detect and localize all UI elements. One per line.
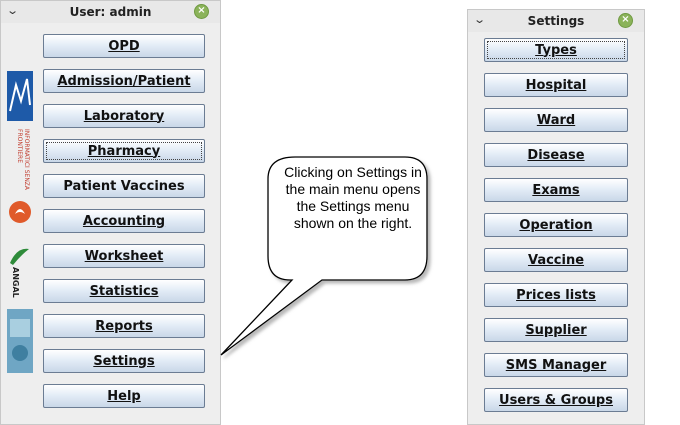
worksheet-button[interactable]: Worksheet xyxy=(43,244,205,268)
logo-isf-icon xyxy=(9,201,31,223)
sms-manager-button[interactable]: SMS Manager xyxy=(484,353,628,377)
logo-strip: INFORMATICI SENZA FRONTIERE ANGAL xyxy=(7,71,33,376)
hospital-button[interactable]: Hospital xyxy=(484,73,628,97)
patient-vaccines-button[interactable]: Patient Vaccines xyxy=(43,174,205,198)
users-groups-button[interactable]: Users & Groups xyxy=(484,388,628,412)
close-icon[interactable]: × xyxy=(618,13,633,28)
close-icon[interactable]: × xyxy=(194,4,209,19)
supplier-button[interactable]: Supplier xyxy=(484,318,628,342)
pharmacy-button[interactable]: Pharmacy xyxy=(43,139,205,163)
logo-photo-icon xyxy=(7,309,33,373)
logo-chart-icon xyxy=(7,71,33,121)
main-menu-window: ⌄ User: admin × INFORMATICI SENZA FRONTI… xyxy=(0,0,221,425)
reports-button[interactable]: Reports xyxy=(43,314,205,338)
opd-button[interactable]: OPD xyxy=(43,34,205,58)
statistics-button[interactable]: Statistics xyxy=(43,279,205,303)
logo-angal-text: ANGAL xyxy=(11,267,20,298)
admission-patient-button[interactable]: Admission/Patient xyxy=(43,69,205,93)
prices-lists-button[interactable]: Prices lists xyxy=(484,283,628,307)
settings-titlebar: ⌄ Settings × xyxy=(468,10,644,32)
logo-isf-text: INFORMATICI SENZA FRONTIERE xyxy=(16,129,30,191)
exams-button[interactable]: Exams xyxy=(484,178,628,202)
main-menu-title: User: admin xyxy=(69,5,152,19)
vaccine-button[interactable]: Vaccine xyxy=(484,248,628,272)
ward-button[interactable]: Ward xyxy=(484,108,628,132)
callout-text: Clicking on Settings in the main menu op… xyxy=(284,164,422,231)
help-button[interactable]: Help xyxy=(43,384,205,408)
settings-button[interactable]: Settings xyxy=(43,349,205,373)
laboratory-button[interactable]: Laboratory xyxy=(43,104,205,128)
settings-window: ⌄ Settings × Types Hospital Ward Disease… xyxy=(467,9,645,425)
disease-button[interactable]: Disease xyxy=(484,143,628,167)
accounting-button[interactable]: Accounting xyxy=(43,209,205,233)
main-menu-titlebar: ⌄ User: admin × xyxy=(1,1,220,23)
operation-button[interactable]: Operation xyxy=(484,213,628,237)
types-button[interactable]: Types xyxy=(484,38,628,62)
